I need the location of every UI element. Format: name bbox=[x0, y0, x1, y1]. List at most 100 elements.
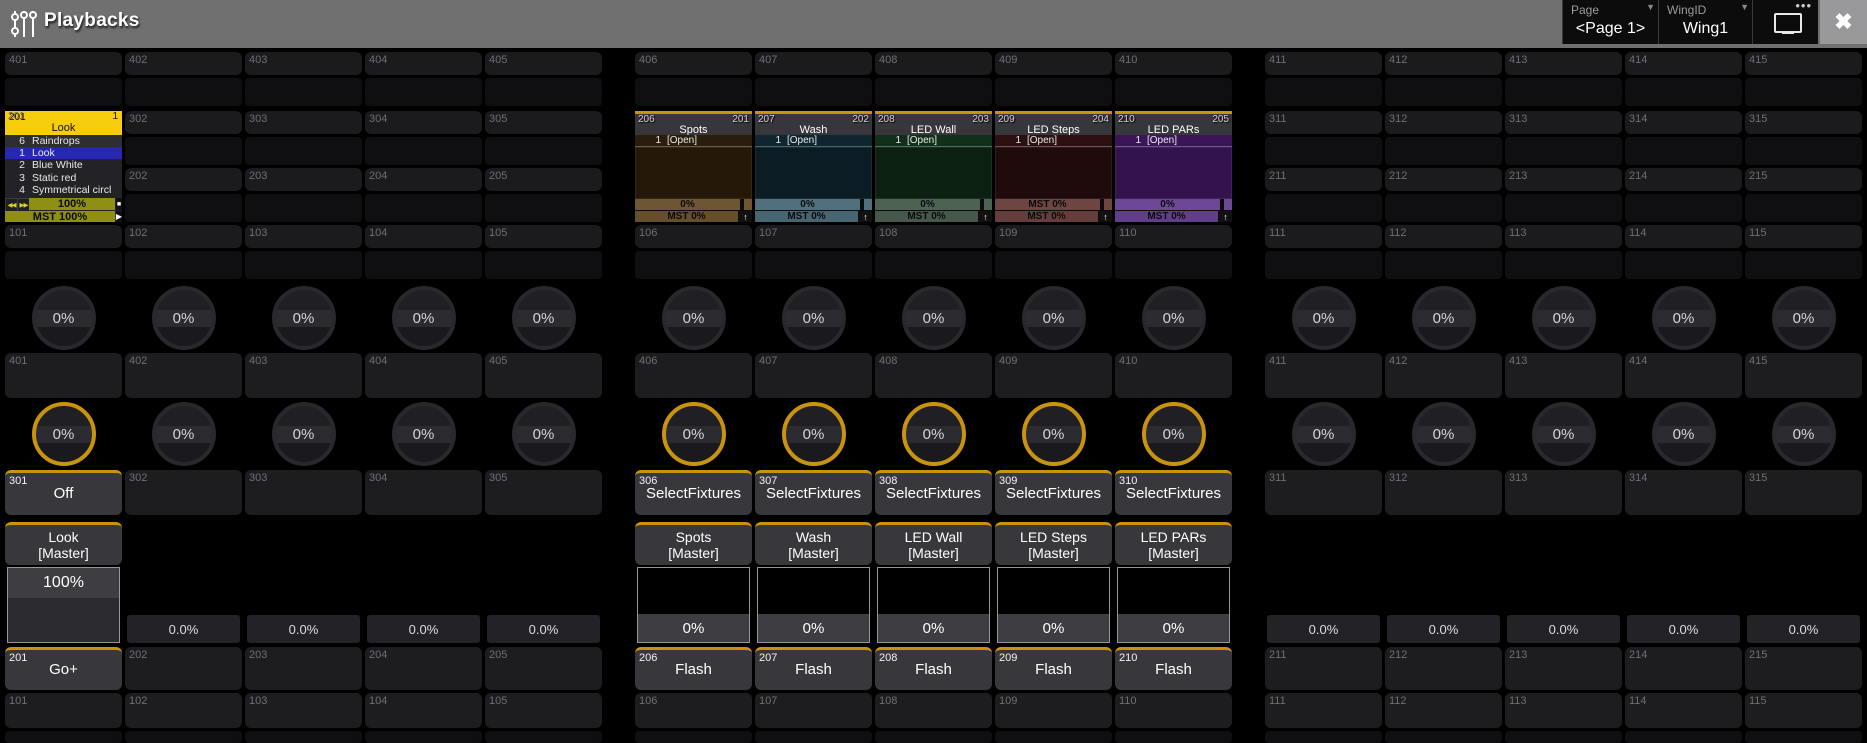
cell-106-lower-band[interactable] bbox=[635, 731, 752, 743]
cell-412-lower[interactable] bbox=[1385, 78, 1502, 106]
cell-204-lower[interactable] bbox=[365, 194, 482, 222]
cell-109-lower[interactable] bbox=[995, 251, 1112, 279]
cell-311-lower-grid[interactable]: 311 bbox=[1265, 470, 1382, 515]
cell-409[interactable]: 409 bbox=[995, 52, 1112, 75]
knob-row1-col14[interactable]: 0% bbox=[1652, 286, 1716, 350]
master-cell-wash[interactable]: Wash [Master] bbox=[755, 522, 872, 565]
cell-204-lower-grid[interactable]: 204 bbox=[365, 647, 482, 690]
cell-302[interactable]: 302 bbox=[125, 111, 242, 134]
cell-212[interactable]: 212 bbox=[1385, 168, 1502, 191]
master-bar[interactable]: MST 0% bbox=[995, 211, 1098, 222]
knob-row2-col15[interactable]: 0% bbox=[1772, 402, 1836, 466]
master-fader-col1[interactable]: 100% bbox=[7, 567, 120, 643]
cell-401-lower-grid[interactable]: 401 bbox=[5, 353, 122, 398]
executor-body[interactable] bbox=[875, 147, 992, 199]
cue-row-3[interactable]: 3Static red bbox=[5, 172, 122, 184]
cell-107-lower-grid[interactable]: 107 bbox=[755, 693, 872, 728]
cell-408-lower-grid[interactable]: 408 bbox=[875, 353, 992, 398]
arrow-up-icon[interactable]: ↑ bbox=[739, 211, 752, 222]
cell-109-lower-band[interactable] bbox=[995, 731, 1112, 743]
cell-104[interactable]: 104 bbox=[365, 225, 482, 248]
executor-header[interactable]: 209 204 LED Steps bbox=[995, 114, 1112, 135]
executor-body[interactable] bbox=[635, 147, 752, 199]
fader-percent-col5[interactable]: 0.0% bbox=[487, 615, 600, 643]
arrow-up-icon[interactable]: ↑ bbox=[859, 211, 872, 222]
cell-212-lower[interactable] bbox=[1385, 194, 1502, 222]
cell-402[interactable]: 402 bbox=[125, 52, 242, 75]
knob-row2-col14[interactable]: 0% bbox=[1652, 402, 1716, 466]
cell-312-lower-grid[interactable]: 312 bbox=[1385, 470, 1502, 515]
knob-row1-col10[interactable]: 0% bbox=[1142, 286, 1206, 350]
cell-302-lower[interactable] bbox=[125, 137, 242, 165]
cell-205[interactable]: 205 bbox=[485, 168, 602, 191]
master-cell-spots[interactable]: Spots [Master] bbox=[635, 522, 752, 565]
cell-205-lower-grid[interactable]: 205 bbox=[485, 647, 602, 690]
cell-113-lower[interactable] bbox=[1505, 251, 1622, 279]
knob-row2-col3[interactable]: 0% bbox=[272, 402, 336, 466]
knob-row2-col13[interactable]: 0% bbox=[1532, 402, 1596, 466]
fader-percent-col14[interactable]: 0.0% bbox=[1627, 615, 1740, 643]
select-fixtures-button-307[interactable]: 307SelectFixtures bbox=[755, 470, 872, 515]
cell-104-lower-band[interactable] bbox=[365, 731, 482, 743]
cell-115-lower-band[interactable] bbox=[1745, 731, 1862, 743]
cue-row[interactable]: 1 [Open] bbox=[755, 135, 872, 147]
fader-percent-col15[interactable]: 0.0% bbox=[1747, 615, 1860, 643]
cell-401-lower[interactable] bbox=[5, 78, 122, 106]
go-plus-button[interactable]: 201Go+ bbox=[5, 647, 122, 690]
cell-405-lower[interactable] bbox=[485, 78, 602, 106]
cell-414-lower[interactable] bbox=[1625, 78, 1742, 106]
cell-407-lower[interactable] bbox=[755, 78, 872, 106]
knob-row2-col7[interactable]: 0% bbox=[782, 402, 846, 466]
cell-214-lower[interactable] bbox=[1625, 194, 1742, 222]
cell-103-lower-grid[interactable]: 103 bbox=[245, 693, 362, 728]
master-fader-col8[interactable]: 0% bbox=[877, 567, 990, 643]
master-fader-col9[interactable]: 0% bbox=[997, 567, 1110, 643]
fader-percent-col4[interactable]: 0.0% bbox=[367, 615, 480, 643]
cell-105-lower-band[interactable] bbox=[485, 731, 602, 743]
cell-203[interactable]: 203 bbox=[245, 168, 362, 191]
cell-415-lower[interactable] bbox=[1745, 78, 1862, 106]
cell-414-lower-grid[interactable]: 414 bbox=[1625, 353, 1742, 398]
cell-303-lower[interactable] bbox=[245, 137, 362, 165]
cell-101[interactable]: 101 bbox=[5, 225, 122, 248]
cell-215-lower[interactable] bbox=[1745, 194, 1862, 222]
cell-404-lower[interactable] bbox=[365, 78, 482, 106]
cell-315-lower[interactable] bbox=[1745, 137, 1862, 165]
cell-405-lower-grid[interactable]: 405 bbox=[485, 353, 602, 398]
cell-409-lower[interactable] bbox=[995, 78, 1112, 106]
cell-105-lower-grid[interactable]: 105 bbox=[485, 693, 602, 728]
wing-id-selector[interactable]: WingID Wing1 ▼ bbox=[1658, 0, 1752, 44]
executor-body[interactable] bbox=[755, 147, 872, 199]
cell-304[interactable]: 304 bbox=[365, 111, 482, 134]
cell-313[interactable]: 313 bbox=[1505, 111, 1622, 134]
cell-314-lower-grid[interactable]: 314 bbox=[1625, 470, 1742, 515]
executor-fader-bar[interactable]: MST 0% bbox=[995, 199, 1100, 210]
cell-106-lower-grid[interactable]: 106 bbox=[635, 693, 752, 728]
cell-107-lower[interactable] bbox=[755, 251, 872, 279]
executor-block-look[interactable]: 201 1 Look 6Raindrops1Look2Blue White3St… bbox=[5, 111, 122, 222]
look-block-header[interactable]: 201 1 Look bbox=[5, 111, 122, 135]
cell-102[interactable]: 102 bbox=[125, 225, 242, 248]
cell-213-lower-grid[interactable]: 213 bbox=[1505, 647, 1622, 690]
cell-111-lower[interactable] bbox=[1265, 251, 1382, 279]
cue-row-4[interactable]: 4Symmetrical circl bbox=[5, 184, 122, 196]
cell-313-lower-grid[interactable]: 313 bbox=[1505, 470, 1622, 515]
arrow-up-icon[interactable]: ↑ bbox=[1099, 211, 1112, 222]
master-fader-col6[interactable]: 0% bbox=[637, 567, 750, 643]
cell-407-lower-grid[interactable]: 407 bbox=[755, 353, 872, 398]
cell-110-lower-band[interactable] bbox=[1115, 731, 1232, 743]
flash-button-209[interactable]: 209Flash bbox=[995, 647, 1112, 690]
stop-icon[interactable]: ■ bbox=[116, 198, 122, 210]
cue-row-2[interactable]: 2Blue White bbox=[5, 159, 122, 171]
master-cell-led-wall[interactable]: LED Wall [Master] bbox=[875, 522, 992, 565]
cell-403-lower[interactable] bbox=[245, 78, 362, 106]
cell-414[interactable]: 414 bbox=[1625, 52, 1742, 75]
knob-row1-col4[interactable]: 0% bbox=[392, 286, 456, 350]
master-cell-led-pars[interactable]: LED PARs [Master] bbox=[1115, 522, 1232, 565]
cell-401[interactable]: 401 bbox=[5, 52, 122, 75]
cell-406-lower[interactable] bbox=[635, 78, 752, 106]
cell-110-lower-grid[interactable]: 110 bbox=[1115, 693, 1232, 728]
cell-203-lower-grid[interactable]: 203 bbox=[245, 647, 362, 690]
executor-body[interactable] bbox=[1115, 147, 1232, 199]
cell-403[interactable]: 403 bbox=[245, 52, 362, 75]
